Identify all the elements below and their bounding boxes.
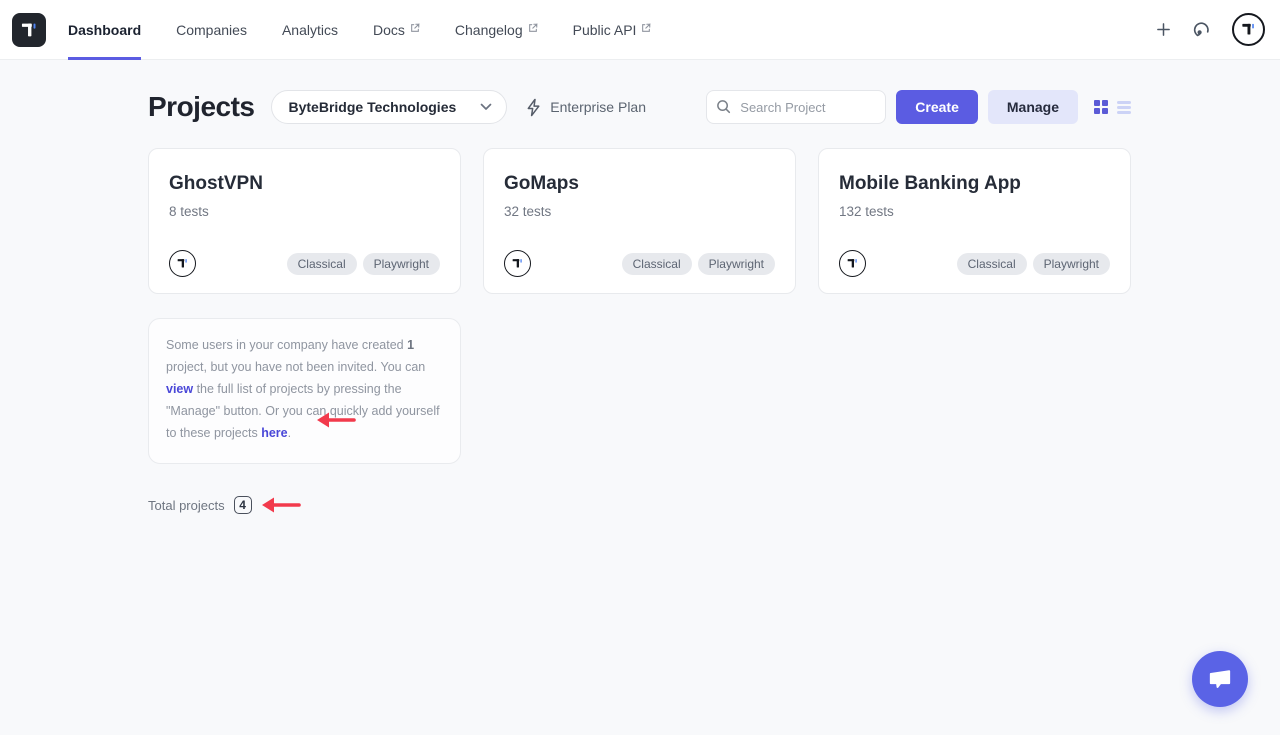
chat-widget-button[interactable] [1192,651,1248,707]
project-test-count: 132 tests [839,204,1110,219]
notice-text: the full list of projects by pressing th… [166,382,440,440]
badge-classical: Classical [622,253,692,275]
project-name: Mobile Banking App [839,173,1110,195]
project-badges: Classical Playwright [622,253,775,275]
logo-t-icon [17,18,41,42]
annotation-arrow-notice [314,411,356,429]
create-button[interactable]: Create [896,90,978,124]
notice-text: . [288,426,291,440]
lightning-bolt-icon [525,98,542,117]
tab-label: Changelog [455,22,523,38]
company-selector[interactable]: ByteBridge Technologies [271,90,508,124]
list-view-icon[interactable] [1116,99,1132,115]
annotation-arrow-total [259,496,301,514]
add-button[interactable] [1156,22,1171,37]
total-projects-label: Total projects [148,498,225,513]
search-icon [716,99,731,114]
user-menu-button[interactable] [1232,13,1265,46]
invitation-notice: Some users in your company have created … [148,318,461,464]
search-box [706,90,886,124]
external-link-icon [528,23,538,33]
card-footer: Classical Playwright [839,250,1110,277]
view-link[interactable]: view [166,382,193,396]
tab-changelog[interactable]: Changelog [455,0,538,60]
tab-label: Docs [373,22,405,38]
tab-dashboard[interactable]: Dashboard [68,0,141,60]
project-card-gomaps[interactable]: GoMaps 32 tests Classical Playwright [483,148,796,294]
manage-button[interactable]: Manage [988,90,1078,124]
project-badges: Classical Playwright [957,253,1110,275]
external-link-icon [410,23,420,33]
chat-bubble-icon [1207,667,1233,691]
tab-label: Analytics [282,22,338,38]
tab-analytics[interactable]: Analytics [282,0,338,60]
badge-playwright: Playwright [363,253,440,275]
project-name: GoMaps [504,173,775,195]
tab-public-api[interactable]: Public API [573,0,652,60]
page-header: Projects ByteBridge Technologies Enterpr… [148,90,1132,124]
nav-tabs: Dashboard Companies Analytics Docs Chang… [68,0,651,60]
top-navigation: Dashboard Companies Analytics Docs Chang… [0,0,1280,60]
company-selector-value: ByteBridge Technologies [289,99,457,115]
tab-label: Dashboard [68,22,141,38]
project-name: GhostVPN [169,173,440,195]
project-logo [169,250,196,277]
notice-text: Some users in your company have created [166,338,407,352]
project-card-ghostvpn[interactable]: GhostVPN 8 tests Classical Playwright [148,148,461,294]
tab-label: Public API [573,22,637,38]
badge-playwright: Playwright [698,253,775,275]
support-button[interactable] [1192,20,1211,39]
plan-indicator: Enterprise Plan [525,98,646,117]
project-logo [839,250,866,277]
here-link[interactable]: here [261,426,287,440]
total-projects-count: 4 [234,496,252,514]
notice-text: project, but you have not been invited. … [166,360,425,374]
total-projects-row: Total projects 4 [148,496,1132,514]
view-toggles [1093,99,1132,115]
plan-label: Enterprise Plan [550,99,646,115]
tab-label: Companies [176,22,247,38]
avatar-t-icon [1239,20,1258,39]
grid-view-icon[interactable] [1093,99,1109,115]
nav-right-actions [1156,13,1265,46]
chevron-down-icon [480,103,492,111]
avatar [1232,13,1265,46]
tab-docs[interactable]: Docs [373,0,420,60]
app-logo[interactable] [12,13,46,47]
project-test-count: 8 tests [169,204,440,219]
page-title: Projects [148,91,255,123]
project-card-mobile-banking-app[interactable]: Mobile Banking App 132 tests Classical P… [818,148,1131,294]
plus-icon [1156,22,1171,37]
card-footer: Classical Playwright [169,250,440,277]
external-link-icon [641,23,651,33]
project-test-count: 32 tests [504,204,775,219]
tab-companies[interactable]: Companies [176,0,247,60]
notice-project-count: 1 [407,338,414,352]
projects-grid: GhostVPN 8 tests Classical Playwright Go… [148,148,1132,294]
support-headset-icon [1192,20,1211,39]
main-content: Projects ByteBridge Technologies Enterpr… [0,60,1280,514]
card-footer: Classical Playwright [504,250,775,277]
search-input[interactable] [706,90,886,124]
project-logo [504,250,531,277]
badge-classical: Classical [957,253,1027,275]
header-actions: Create Manage [706,90,1132,124]
project-badges: Classical Playwright [287,253,440,275]
badge-classical: Classical [287,253,357,275]
badge-playwright: Playwright [1033,253,1110,275]
